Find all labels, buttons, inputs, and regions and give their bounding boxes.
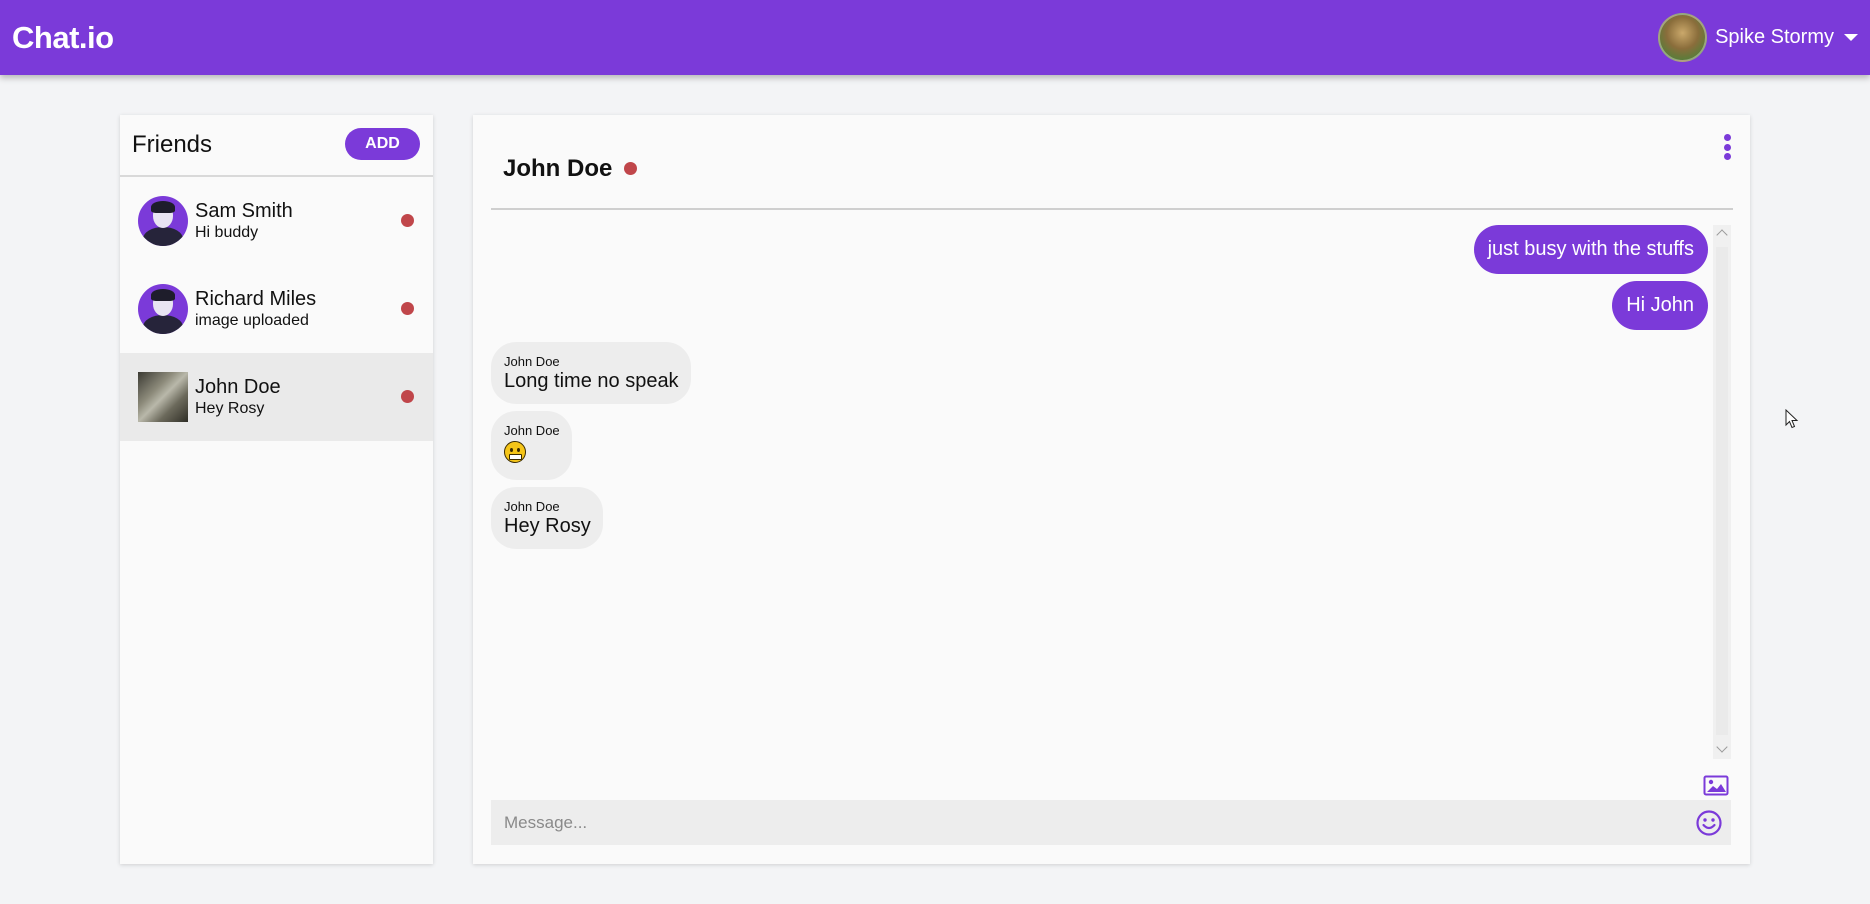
friend-item-john-doe[interactable]: John Doe Hey Rosy <box>120 353 433 441</box>
smile-icon[interactable] <box>1695 809 1723 837</box>
message-row: just busy with the stuffs <box>491 225 1713 274</box>
message-row: John Doe Long time no speak <box>491 342 1713 404</box>
friend-last-message: Hi buddy <box>195 223 259 241</box>
friend-item-richard-miles[interactable]: Richard Miles image uploaded <box>120 265 433 353</box>
friend-last-message: Hey Rosy <box>195 399 265 417</box>
avatar <box>138 372 188 422</box>
chat-header: John Doe <box>491 115 1733 210</box>
chat-title: John Doe <box>503 154 613 182</box>
more-vertical-icon[interactable] <box>1722 134 1732 160</box>
friend-name: Sam Smith <box>195 199 293 222</box>
user-menu[interactable]: Spike Stormy <box>1658 13 1858 62</box>
avatar <box>138 196 188 246</box>
friends-title: Friends <box>132 131 213 158</box>
user-avatar[interactable] <box>1658 13 1708 62</box>
incoming-message: John Doe Hey Rosy <box>491 487 603 549</box>
chevron-down-icon[interactable] <box>1844 34 1858 41</box>
message-row: John Doe <box>491 411 1713 480</box>
message-text: Long time no speak <box>504 370 679 392</box>
grinning-emoji-icon <box>504 441 526 463</box>
friends-panel: Friends ADD Sam Smith Hi buddy Richard M… <box>120 115 433 864</box>
friend-last-message: image uploaded <box>195 311 309 329</box>
brand-logo[interactable]: Chat.io <box>12 20 114 56</box>
outgoing-message: Hi John <box>1612 281 1708 330</box>
scroll-up-icon[interactable] <box>1716 229 1728 241</box>
image-icon[interactable] <box>1703 775 1729 796</box>
message-row: John Doe Hey Rosy <box>491 487 1713 549</box>
friend-name: John Doe <box>195 375 281 398</box>
incoming-message: John Doe <box>491 411 572 480</box>
app-header: Chat.io Spike Stormy <box>0 0 1870 75</box>
message-sender: John Doe <box>504 499 560 514</box>
add-friend-button[interactable]: ADD <box>345 128 420 160</box>
message-row: Hi John <box>491 281 1713 330</box>
friend-item-sam-smith[interactable]: Sam Smith Hi buddy <box>120 177 433 265</box>
incoming-message: John Doe Long time no speak <box>491 342 691 404</box>
message-text <box>504 438 560 470</box>
status-badge <box>401 302 414 315</box>
outgoing-message: just busy with the stuffs <box>1473 225 1708 274</box>
mouse-cursor-icon <box>1785 409 1799 429</box>
message-composer <box>491 800 1731 845</box>
friend-name: Richard Miles <box>195 287 317 310</box>
message-scrollbar[interactable] <box>1713 225 1731 759</box>
status-badge <box>401 214 414 227</box>
status-badge <box>401 390 414 403</box>
status-badge <box>624 162 638 175</box>
message-sender: John Doe <box>504 423 560 438</box>
scroll-down-icon[interactable] <box>1716 741 1728 753</box>
message-list[interactable]: just busy with the stuffs Hi John John D… <box>491 225 1713 755</box>
user-name[interactable]: Spike Stormy <box>1715 26 1834 49</box>
avatar <box>138 284 188 334</box>
message-sender: John Doe <box>504 354 560 369</box>
friends-header: Friends ADD <box>120 115 433 177</box>
message-input[interactable] <box>491 800 1695 845</box>
message-text: Hey Rosy <box>504 515 591 537</box>
chat-panel: John Doe just busy with the stuffs Hi Jo… <box>473 115 1750 864</box>
